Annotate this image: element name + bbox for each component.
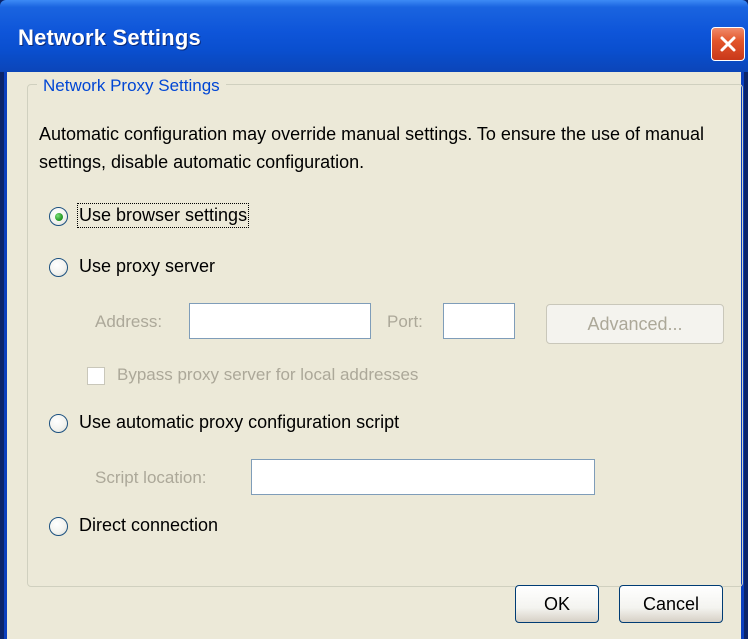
title-bar[interactable]: Network Settings	[0, 0, 748, 72]
script-location-input[interactable]	[251, 459, 595, 495]
bypass-checkbox[interactable]	[87, 367, 105, 385]
radio-label-browser[interactable]: Use browser settings	[76, 203, 250, 228]
radio-label-direct[interactable]: Direct connection	[79, 515, 218, 536]
radio-use-browser-settings[interactable]: Use browser settings	[49, 203, 289, 231]
radio-direct-connection[interactable]: Direct connection	[49, 515, 269, 541]
script-location-label: Script location:	[95, 468, 207, 487]
window-title: Network Settings	[18, 25, 201, 50]
radio-button[interactable]	[49, 258, 68, 277]
info-text: Automatic configuration may override man…	[39, 124, 705, 172]
radio-label-auto-script[interactable]: Use automatic proxy configuration script	[79, 412, 399, 433]
radio-selected-dot	[54, 212, 63, 221]
cancel-button[interactable]: Cancel	[619, 585, 723, 623]
dialog-body: Network Proxy Settings Automatic configu…	[4, 72, 744, 639]
radio-use-proxy-server[interactable]: Use proxy server	[49, 256, 249, 282]
close-icon	[720, 36, 736, 52]
radio-button[interactable]	[49, 517, 68, 536]
radio-use-auto-config-script[interactable]: Use automatic proxy configuration script	[49, 412, 469, 438]
close-button[interactable]	[711, 27, 745, 61]
port-input[interactable]	[443, 303, 515, 339]
cancel-button-label: Cancel	[642, 594, 700, 614]
address-label: Address:	[95, 312, 163, 331]
bypass-label[interactable]: Bypass proxy server for local addresses	[117, 365, 418, 385]
ok-button-label: OK	[543, 594, 570, 614]
radio-button[interactable]	[49, 207, 68, 226]
port-label: Port:	[387, 312, 423, 331]
radio-label-proxy[interactable]: Use proxy server	[79, 256, 215, 277]
address-input[interactable]	[189, 303, 371, 339]
radio-button[interactable]	[49, 414, 68, 433]
group-legend: Network Proxy Settings	[37, 76, 226, 96]
ok-button[interactable]: OK	[515, 585, 599, 623]
network-settings-window: Network Settings Network Proxy Settings …	[0, 0, 748, 639]
advanced-button-label: Advanced...	[587, 314, 683, 334]
advanced-button[interactable]: Advanced...	[546, 304, 724, 344]
